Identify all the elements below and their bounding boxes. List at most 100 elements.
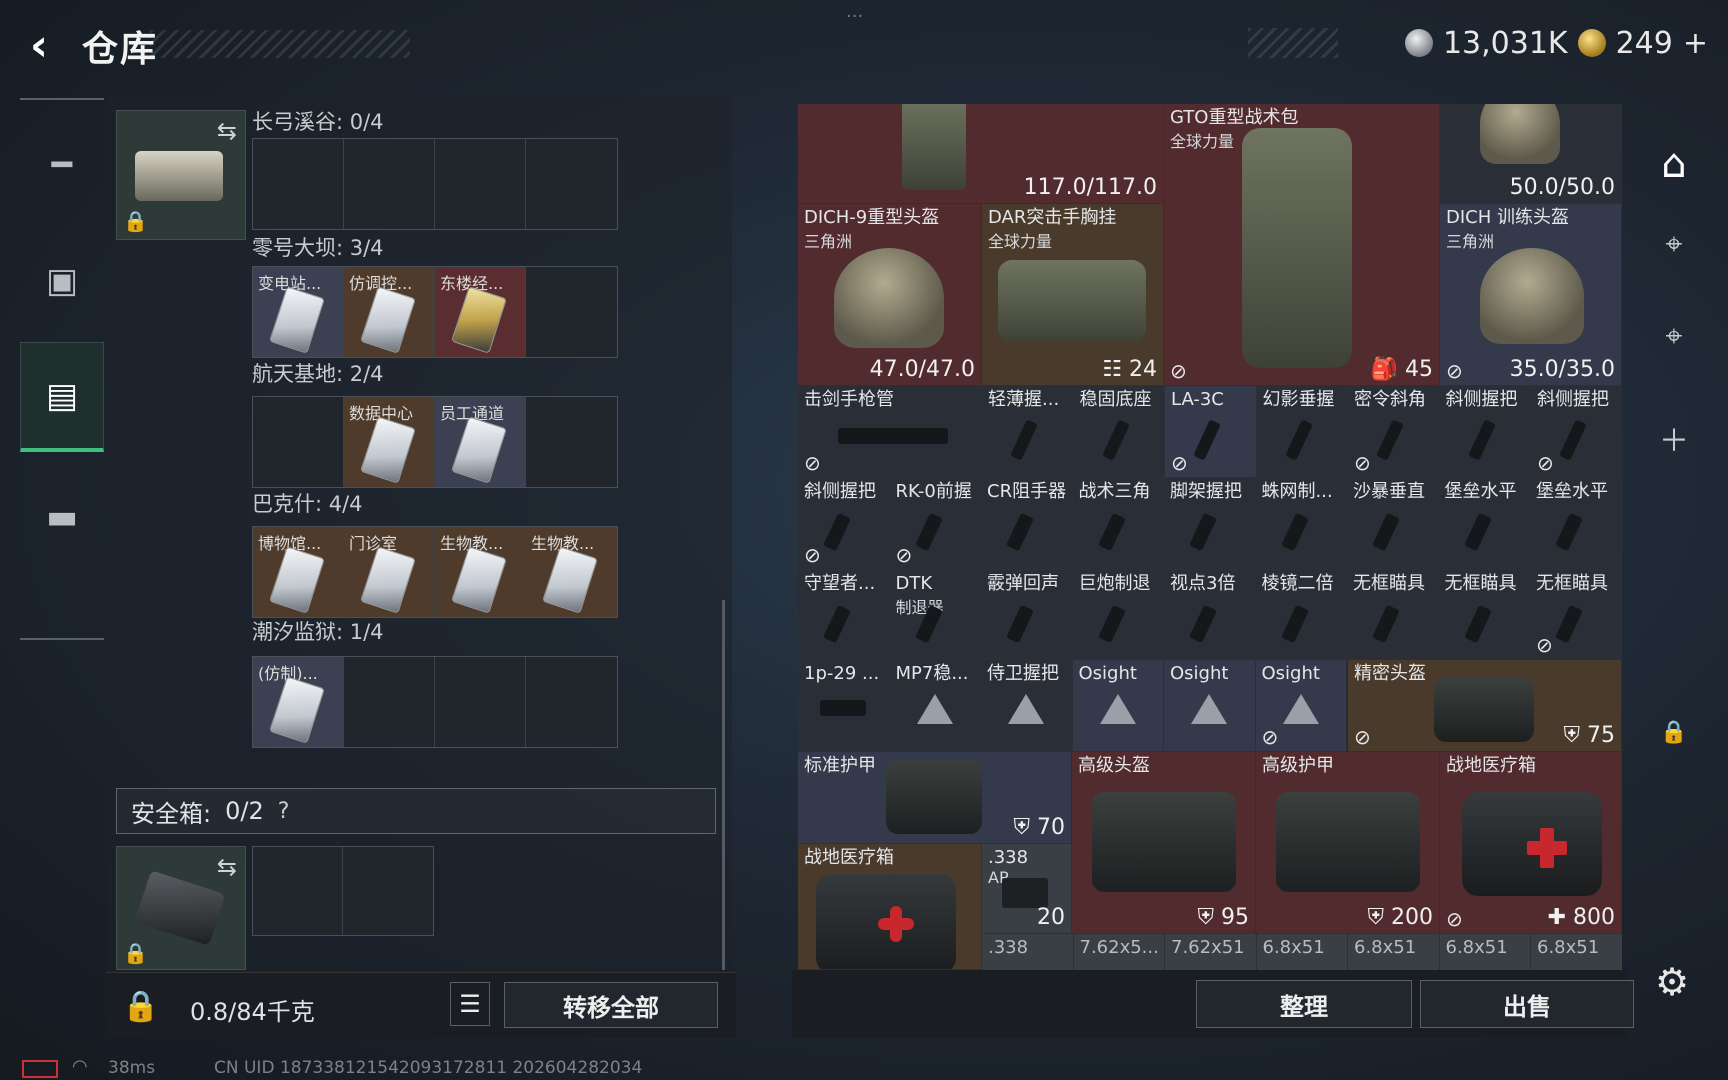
vest-icon[interactable]: ▣ <box>20 226 104 336</box>
gear-icon[interactable]: ⚙ <box>1650 960 1694 1004</box>
item-attachment[interactable]: 无框瞄具 <box>1347 570 1439 660</box>
key-slot[interactable] <box>344 657 435 747</box>
keycard-icon <box>360 546 416 614</box>
key-slot[interactable]: 仿调控... <box>344 267 435 357</box>
key-slot[interactable]: 员工通道 <box>435 397 526 487</box>
lock-icon[interactable]: 🔒 <box>1642 700 1706 764</box>
item-name: 轻薄握... <box>988 389 1060 410</box>
safebox-slot[interactable] <box>343 847 433 935</box>
sell-button[interactable]: 出售 <box>1420 980 1634 1028</box>
gun-icon[interactable]: ━ <box>20 110 104 220</box>
item-attachment[interactable]: 1p-29 ... <box>798 660 890 752</box>
item-attachment[interactable]: 守望者... <box>798 570 890 660</box>
transfer-all-button[interactable]: 转移全部 <box>504 982 718 1028</box>
item-vest-top[interactable]: 117.0/117.0 <box>798 104 1164 204</box>
list-icon[interactable]: ☰ <box>450 982 490 1026</box>
safebox-thumbnail[interactable]: ⇆ 🔒 <box>116 846 246 970</box>
item-338-ap[interactable]: .338 AP 20 <box>982 844 1072 934</box>
key-slot[interactable] <box>253 139 344 229</box>
help-icon[interactable]: ? <box>278 799 290 824</box>
key-slot[interactable] <box>344 139 435 229</box>
item-attachment[interactable]: Osight <box>1072 660 1164 752</box>
item-attachment[interactable]: 密令斜角 ⊘ <box>1348 386 1440 478</box>
item-attachment[interactable]: LA-3C ⊘ <box>1165 386 1257 478</box>
item-ammo[interactable]: 7.62x5... <box>1073 934 1165 970</box>
item-attachment[interactable]: 侍卫握把 <box>981 660 1073 752</box>
item-ammo[interactable]: .338 <box>982 934 1074 970</box>
item-attachment[interactable]: 斜侧握把 ⊘ <box>1531 386 1622 478</box>
attachment-icon <box>1372 604 1400 644</box>
item-attachment[interactable]: 击剑手枪管 ⊘ <box>798 386 982 478</box>
item-dich-training-helmet[interactable]: DICH 训练头盔 三角洲 ⊘ 35.0/35.0 <box>1440 204 1622 386</box>
item-attachment[interactable]: 幻影垂握 <box>1256 386 1348 478</box>
item-attachment[interactable]: 轻薄握... <box>982 386 1074 478</box>
scope-iv-icon[interactable]: ⌖ <box>1642 304 1706 368</box>
key-slot[interactable]: (仿制)... <box>253 657 344 747</box>
key-slot[interactable]: 数据中心 <box>344 397 435 487</box>
item-attachment[interactable]: 堡垒水平 <box>1530 478 1622 570</box>
key-slot[interactable]: 变电站... <box>253 267 344 357</box>
item-precise-helmet[interactable]: 精密头盔 ⊘ ⛨ 75 <box>1348 660 1622 752</box>
weight-lock-icon[interactable]: 🔒 <box>116 980 166 1032</box>
sort-button[interactable]: 整理 <box>1196 980 1412 1028</box>
item-attachment[interactable]: 沙暴垂直 <box>1347 478 1439 570</box>
item-field-medkit[interactable]: 战地医疗箱 ⊘ ✚ 800 <box>1440 752 1622 934</box>
swap-icon[interactable]: ⇆ <box>217 117 237 145</box>
item-attachment[interactable]: 无框瞄具 <box>1438 570 1530 660</box>
item-advanced-armor[interactable]: 高级护甲 ⛨ 200 <box>1256 752 1440 934</box>
item-attachment[interactable]: Osight ⊘ <box>1255 660 1347 752</box>
swap-icon[interactable]: ⇆ <box>217 853 237 881</box>
briefcase-icon[interactable]: ▬ <box>20 462 104 572</box>
item-standard-armor[interactable]: 标准护甲 ⛨ 70 <box>798 752 1072 844</box>
add-currency-button[interactable]: + <box>1683 26 1708 61</box>
item-attachment[interactable]: 视点3倍 <box>1164 570 1256 660</box>
item-attachment[interactable]: 稳固底座 <box>1073 386 1165 478</box>
item-field-medkit-2[interactable]: 战地医疗箱 <box>798 844 982 970</box>
key-slot[interactable] <box>526 267 617 357</box>
safebox-slot[interactable] <box>253 847 343 935</box>
key-slot[interactable]: 博物馆... <box>253 527 344 617</box>
key-slot[interactable]: 东楼经... <box>435 267 526 357</box>
item-ammo[interactable]: 6.8x51 <box>1256 934 1348 970</box>
item-attachment[interactable]: 堡垒水平 <box>1438 478 1530 570</box>
keychain-thumbnail[interactable]: ⇆ 🔒 <box>116 110 246 240</box>
item-attachment[interactable]: DTK 制退器 <box>889 570 981 660</box>
plus-icon[interactable]: ＋ <box>1642 406 1706 470</box>
key-slot[interactable]: 生物教... <box>435 527 526 617</box>
item-advanced-helmet[interactable]: 高级头盔 ⛨ 95 <box>1072 752 1256 934</box>
item-attachment[interactable]: 战术三角 <box>1072 478 1164 570</box>
item-attachment[interactable]: 斜侧握把 <box>1439 386 1531 478</box>
item-helmet-top[interactable]: 50.0/50.0 <box>1440 104 1622 204</box>
item-attachment[interactable]: Osight <box>1164 660 1256 752</box>
item-attachment[interactable]: 蛛网制... <box>1255 478 1347 570</box>
key-slot[interactable] <box>526 139 617 229</box>
scrollbar[interactable] <box>722 600 725 970</box>
item-attachment[interactable]: 棱镜二倍 <box>1255 570 1347 660</box>
item-dich9-helmet[interactable]: DICH-9重型头盔 三角洲 47.0/47.0 <box>798 204 982 386</box>
item-ammo[interactable]: 6.8x51 <box>1531 934 1622 970</box>
item-attachment[interactable]: 霰弹回声 <box>981 570 1073 660</box>
item-ammo[interactable]: 6.8x51 <box>1439 934 1531 970</box>
key-slot[interactable] <box>435 657 526 747</box>
item-attachment[interactable]: 巨炮制退 <box>1072 570 1164 660</box>
backpack-icon[interactable]: ▤ <box>20 342 104 452</box>
back-arrow-icon[interactable]: ‹ <box>18 20 60 71</box>
item-dar-chestrig[interactable]: DAR突击手胸挂 全球力量 ☷ 24 <box>982 204 1164 386</box>
item-ammo[interactable]: 7.62x51 <box>1165 934 1257 970</box>
home-icon[interactable]: ⌂ <box>1642 132 1706 196</box>
item-ammo[interactable]: 6.8x51 <box>1348 934 1440 970</box>
key-slot[interactable] <box>526 397 617 487</box>
item-attachment[interactable]: 脚架握把 <box>1164 478 1256 570</box>
key-slot[interactable] <box>435 139 526 229</box>
key-slot[interactable] <box>526 657 617 747</box>
item-attachment[interactable]: MP7稳... <box>889 660 981 752</box>
item-attachment[interactable]: CR阻手器 <box>981 478 1073 570</box>
key-slot[interactable] <box>253 397 344 487</box>
item-attachment[interactable]: RK-0前握 ⊘ <box>889 478 981 570</box>
item-attachment[interactable]: 斜侧握把 ⊘ <box>798 478 890 570</box>
key-slot[interactable]: 门诊室 <box>344 527 435 617</box>
scope-iv-icon[interactable]: ⌖ <box>1642 212 1706 276</box>
item-attachment[interactable]: 无框瞄具 ⊘ <box>1530 570 1622 660</box>
item-gto-backpack[interactable]: GTO重型战术包 全球力量 ⊘ 🎒 45 <box>1164 104 1440 386</box>
key-slot[interactable]: 生物教... <box>526 527 617 617</box>
